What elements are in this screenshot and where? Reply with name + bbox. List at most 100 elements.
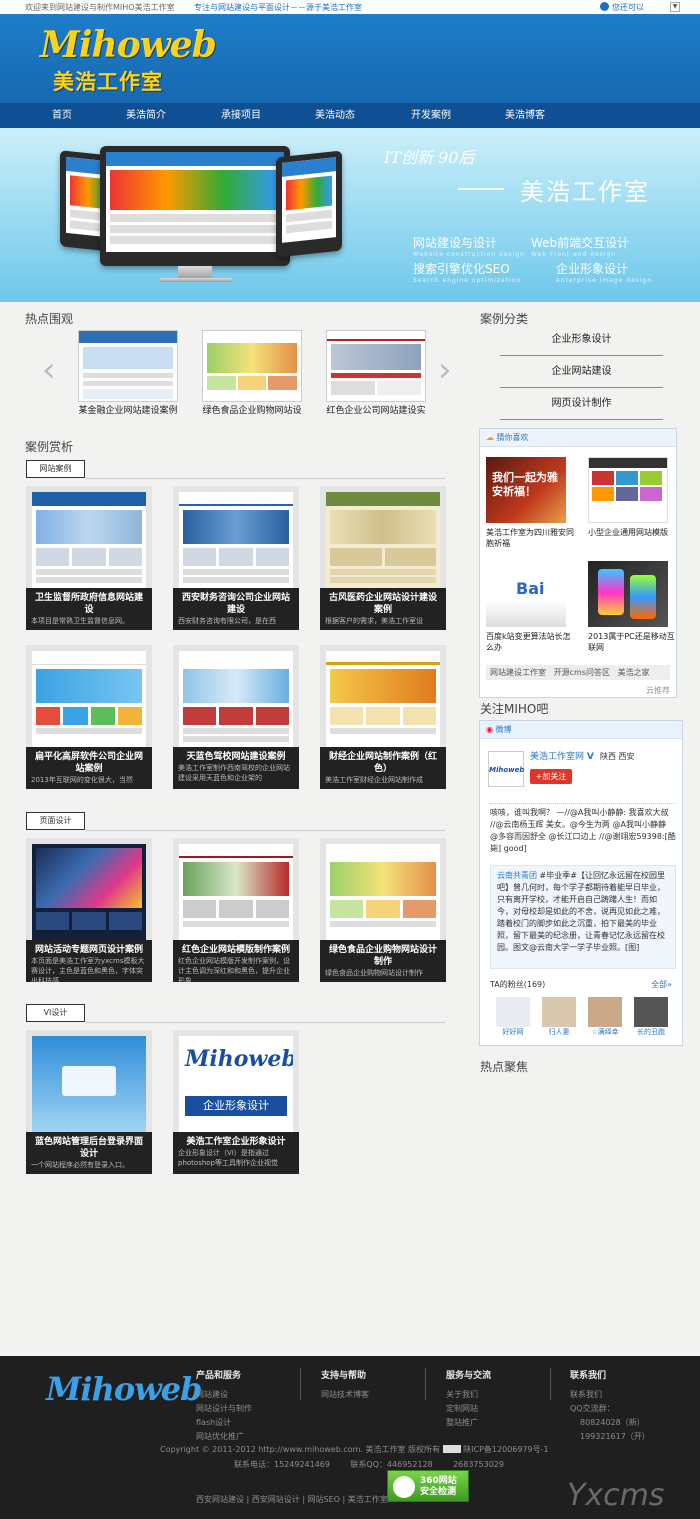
top-bar: 欢迎来到网站建设与制作MIHO美浩工作室 专注与网站建设与平面设计－－源于美浩工… bbox=[0, 0, 700, 14]
banner-service-2: Web前端交互设计 Web Front end design bbox=[531, 236, 630, 258]
case-card[interactable]: 财经企业网站制作案例（红色） 美浩工作室财经企业网站制作成 bbox=[320, 645, 446, 789]
like-item[interactable]: 2013属于PC还是移动互联网 bbox=[588, 561, 680, 653]
like-item[interactable]: 我们一起为雅安祈福！ 美浩工作室为四川雅安同胞祈福 bbox=[486, 457, 578, 549]
case-thumb bbox=[32, 651, 146, 747]
nav-about[interactable]: 美浩简介 bbox=[111, 103, 181, 128]
case-card[interactable]: 扁平化高屏软件公司企业网站案例 2013年互联网的变化很大，当然 bbox=[26, 645, 152, 789]
fan-item[interactable]: 好好网 bbox=[496, 997, 530, 1043]
weibo-name[interactable]: 美浩工作室网 V bbox=[530, 749, 594, 762]
footer-logo[interactable]: Mihoweb bbox=[46, 1370, 202, 1408]
case-card[interactable]: 网站活动专题网页设计案例 本页面是美浩工作室为yxcms模板大赛设计，主色是蓝色和… bbox=[26, 838, 152, 982]
case-card[interactable]: 卫生监督所政府信息网站建设 本项目是常熟卫生监督信息网。 bbox=[26, 486, 152, 630]
hero-banner: IT创新 90后 美浩工作室 网站建设与设计 Website constructi… bbox=[0, 128, 700, 302]
case-overlay: 西安财务咨询公司企业网站建设 西安财务咨询有限公司，是在西 bbox=[173, 588, 299, 630]
hotfocus-title: 热点聚焦 bbox=[480, 1060, 529, 1074]
site-logo[interactable]: Mihoweb 美浩工作室 bbox=[40, 24, 217, 98]
welcome-text: 欢迎来到网站建设与制作MIHO美浩工作室 bbox=[25, 3, 175, 12]
case-thumb bbox=[326, 492, 440, 588]
login-link[interactable]: 您还可以 bbox=[600, 2, 644, 13]
chevron-right-icon[interactable]: › bbox=[438, 350, 452, 390]
footer-links[interactable]: 西安网站建设 | 西安网站设计 | 网站SEO | 美浩工作室 bbox=[196, 1494, 388, 1505]
like-widget: ☁ 猜你喜欢 我们一起为雅安祈福！ 美浩工作室为四川雅安同胞祈福 小型企业通用网… bbox=[479, 428, 677, 698]
tab-website-cases[interactable]: 网站案例 bbox=[26, 460, 85, 478]
footer-link[interactable]: 联系我们 bbox=[570, 1388, 650, 1402]
copyright: Copyright © 2011-2012 http://www.mihoweb… bbox=[160, 1445, 549, 1454]
main-nav: 首页 美浩简介 承接项目 美浩动态 开发案例 美浩博客 bbox=[0, 103, 700, 128]
fan-item[interactable]: 归人妻 bbox=[542, 997, 576, 1043]
case-thumb bbox=[326, 651, 440, 747]
weibo-location: 陕西 西安 bbox=[600, 752, 635, 761]
footer-link[interactable]: 整站推广 bbox=[446, 1416, 491, 1430]
case-thumb bbox=[32, 844, 146, 940]
case-title: 美浩工作室企业形象设计 bbox=[186, 1137, 286, 1147]
fans-all-link[interactable]: 全部» bbox=[651, 979, 672, 990]
like-thumb bbox=[588, 561, 668, 627]
footer-link[interactable]: 定制网站 bbox=[446, 1402, 491, 1416]
like-header: ☁ 猜你喜欢 bbox=[480, 429, 676, 447]
yxcms-logo[interactable]: Yxcms bbox=[567, 1478, 664, 1513]
tag-link[interactable]: 美浩之家 bbox=[618, 668, 650, 677]
nav-news[interactable]: 美浩动态 bbox=[300, 103, 370, 128]
like-item[interactable]: Bai 百度k站变更算法站长怎么办 bbox=[486, 561, 578, 653]
case-overlay: 网站活动专题网页设计案例 本页面是美浩工作室为yxcms模板大赛设计，主色是蓝色和… bbox=[26, 940, 152, 982]
case-title: 卫生监督所政府信息网站建设 bbox=[34, 593, 143, 615]
tag-link[interactable]: 网站建设工作室 bbox=[490, 668, 546, 677]
avatar[interactable]: Mihoweb bbox=[488, 751, 524, 787]
like-thumb bbox=[588, 457, 668, 523]
weibo-title: 关注MIHO吧 bbox=[480, 702, 549, 716]
like-footer[interactable]: 云推荐 bbox=[646, 685, 670, 696]
footer-link[interactable]: 网站优化推广 bbox=[196, 1430, 252, 1444]
category-item[interactable]: 企业形象设计 bbox=[500, 324, 663, 356]
tab-vi-design[interactable]: VI设计 bbox=[26, 1004, 85, 1022]
footer-link[interactable]: 网站建设 bbox=[196, 1388, 252, 1402]
case-title: 蓝色网站管理后台登录界面设计 bbox=[34, 1137, 143, 1159]
case-card[interactable]: 蓝色网站管理后台登录界面设计 一个网站程序必然有登录入口。 bbox=[26, 1030, 152, 1174]
category-item[interactable]: 企业网站建设 bbox=[500, 356, 663, 388]
nav-cases[interactable]: 开发案例 bbox=[396, 103, 466, 128]
case-overlay: 扁平化高屏软件公司企业网站案例 2013年互联网的变化很大，当然 bbox=[26, 747, 152, 789]
footer-link[interactable]: 关于我们 bbox=[446, 1388, 491, 1402]
footer-link[interactable]: 网站设计与制作 bbox=[196, 1402, 252, 1416]
like-item[interactable]: 小型企业通用网站模版 bbox=[588, 457, 680, 538]
chevron-left-icon[interactable]: ‹ bbox=[42, 350, 56, 390]
case-thumb bbox=[179, 844, 293, 940]
footer-link[interactable]: flash设计 bbox=[196, 1416, 252, 1430]
case-card[interactable]: 古风医药企业网站设计建设案例 根据客户的需求，美浩工作室设 bbox=[320, 486, 446, 630]
case-thumb bbox=[179, 492, 293, 588]
case-card[interactable]: 红色企业网站模版制作案例 红色企业网站模版开发制作案例，设计主色调为深红和和黑色，… bbox=[173, 838, 299, 982]
security-badge[interactable]: 360网站 安全检测 bbox=[387, 1470, 469, 1502]
follow-button[interactable]: +加关注 bbox=[530, 769, 572, 784]
case-desc: 美浩工作室财经企业网站制作成 bbox=[325, 776, 423, 784]
footer-link[interactable]: 网站技术博客 bbox=[321, 1388, 369, 1402]
cnzz-icon bbox=[442, 1445, 461, 1453]
chevron-down-icon[interactable]: ▼ bbox=[670, 2, 680, 12]
hot-item[interactable]: 绿色食品企业购物网站设 bbox=[200, 330, 304, 417]
case-card[interactable]: 绿色食品企业购物网站设计制作 绿色食品企业购物网站设计制作 bbox=[320, 838, 446, 982]
tag-link[interactable]: 开源cms问答区 bbox=[554, 668, 610, 677]
case-overlay: 天蓝色驾校网站建设案例 美浩工作室制作西南驾校的企业网站建设采用天蓝色和企业架的 bbox=[173, 747, 299, 789]
hot-thumb bbox=[326, 330, 426, 402]
monitor-base bbox=[160, 278, 232, 282]
case-card[interactable]: Mihoweb 企业形象设计 美浩工作室企业形象设计 企业形象设计（VI）是指通过p… bbox=[173, 1030, 299, 1174]
logo-en: Mihoweb bbox=[40, 24, 217, 66]
case-card[interactable]: 西安财务咨询公司企业网站建设 西安财务咨询有限公司，是在西 bbox=[173, 486, 299, 630]
nav-home[interactable]: 首页 bbox=[27, 103, 97, 128]
banner-tagline: IT创新 90后 bbox=[384, 148, 475, 167]
banner-service-3: 搜索引擎优化SEO Search engine optimization bbox=[413, 262, 522, 284]
case-overlay: 蓝色网站管理后台登录界面设计 一个网站程序必然有登录入口。 bbox=[26, 1132, 152, 1174]
case-title: 财经企业网站制作案例（红色） bbox=[328, 752, 437, 774]
case-overlay: 卫生监督所政府信息网站建设 本项目是常熟卫生监督信息网。 bbox=[26, 588, 152, 630]
slogan-text: 专注与网站建设与平面设计－－源于美浩工作室 bbox=[194, 3, 362, 12]
hot-item[interactable]: 红色企业公司网站建设实 bbox=[324, 330, 428, 417]
category-item[interactable]: 网页设计制作 bbox=[500, 388, 663, 420]
repost-user[interactable]: 云南共青团 bbox=[497, 871, 537, 880]
hot-item[interactable]: 某金融企业网站建设案例 bbox=[76, 330, 180, 417]
case-card[interactable]: 天蓝色驾校网站建设案例 美浩工作室制作西南驾校的企业网站建设采用天蓝色和企业架的 bbox=[173, 645, 299, 789]
banner-service-1: 网站建设与设计 Website construction design bbox=[413, 236, 525, 258]
tab-page-design[interactable]: 页面设计 bbox=[26, 812, 85, 830]
fan-item[interactable]: 长的丑跑 bbox=[634, 997, 668, 1043]
weibo-post: 咳咳，谁叫我啊？ —//@A我叫小静静: 我喜欢大叔 //@云南杨玉辉 美女。@… bbox=[490, 808, 676, 853]
nav-projects[interactable]: 承接项目 bbox=[206, 103, 276, 128]
fan-item[interactable]: ☆满绎幸 bbox=[588, 997, 622, 1043]
nav-blog[interactable]: 美浩博客 bbox=[490, 103, 560, 128]
